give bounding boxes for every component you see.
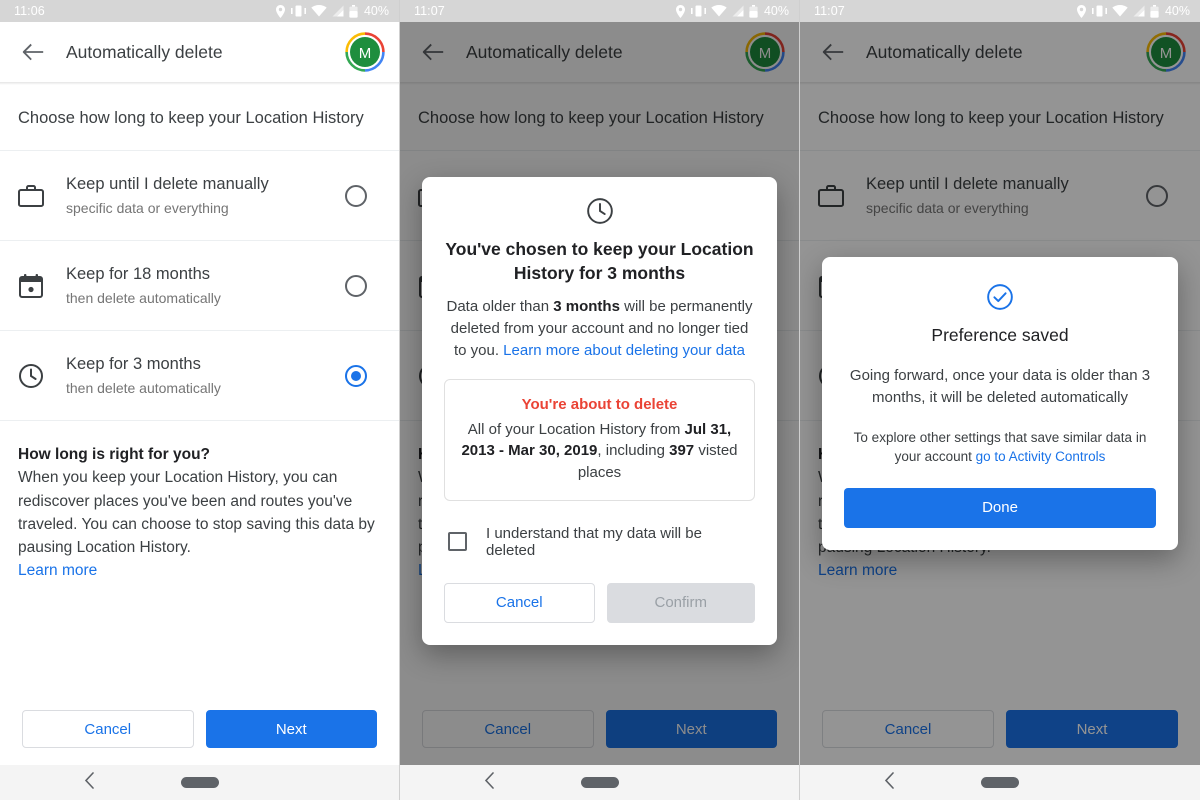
saved-dialog-title: Preference saved bbox=[931, 325, 1069, 345]
home-pill-icon[interactable] bbox=[580, 777, 619, 788]
signal-icon bbox=[1133, 5, 1145, 17]
check-circle-icon bbox=[844, 283, 1156, 311]
app-bar: Automatically delete M bbox=[0, 22, 399, 82]
vibrate-icon bbox=[690, 5, 706, 17]
section-subheading: Choose how long to keep your Location Hi… bbox=[0, 85, 399, 151]
battery-percent: 40% bbox=[763, 4, 789, 18]
dialog-body-bold: 3 months bbox=[553, 298, 620, 316]
warning-text-part1: All of your Location History from bbox=[467, 420, 685, 438]
avatar[interactable]: M bbox=[345, 32, 385, 72]
dialog-cancel-button[interactable]: Cancel bbox=[444, 582, 595, 623]
status-bar: 11:07 40% bbox=[800, 0, 1200, 22]
deleting-data-link[interactable]: Learn more about deleting your data bbox=[503, 342, 745, 359]
warning-box: You're about to delete All of your Locat… bbox=[444, 378, 755, 501]
screenshot-triptych: 11:06 40% Automatically delete M Choose … bbox=[0, 0, 1200, 800]
status-bar: 11:06 40% bbox=[0, 0, 399, 22]
system-nav-bar bbox=[800, 765, 1200, 800]
saved-dialog-note: To explore other settings that save simi… bbox=[844, 428, 1156, 467]
activity-controls-link[interactable]: go to Activity Controls bbox=[976, 449, 1106, 464]
signal-icon bbox=[732, 5, 744, 17]
learn-more-link[interactable]: Learn more bbox=[18, 559, 97, 582]
status-icons: 40% bbox=[275, 4, 389, 18]
status-bar: 11:07 40% bbox=[400, 0, 799, 22]
status-time: 11:07 bbox=[814, 4, 845, 18]
option-row-18-months[interactable]: Keep for 18 months then delete automatic… bbox=[0, 241, 399, 331]
option-subtitle: then delete automatically bbox=[66, 289, 221, 306]
understand-checkbox-row[interactable]: I understand that my data will be delete… bbox=[444, 525, 755, 559]
screen-2-confirm-dialog: 11:07 40% Automatically delete M Choose … bbox=[400, 0, 800, 800]
understand-checkbox[interactable] bbox=[448, 532, 467, 552]
radio-3-months[interactable] bbox=[345, 364, 367, 387]
battery-icon bbox=[349, 4, 358, 18]
briefcase-icon bbox=[18, 184, 52, 208]
nav-back-icon[interactable] bbox=[84, 771, 95, 794]
location-pin-icon bbox=[275, 4, 286, 18]
screen-1-selection: 11:06 40% Automatically delete M Choose … bbox=[0, 0, 400, 800]
warning-heading: You're about to delete bbox=[521, 395, 678, 413]
radio-keep-manually[interactable] bbox=[345, 184, 367, 207]
dialog-confirm-button: Confirm bbox=[606, 582, 755, 623]
status-time: 11:07 bbox=[414, 4, 445, 18]
option-title: Keep until I delete manually bbox=[66, 175, 269, 194]
option-text: Keep for 18 months then delete automatic… bbox=[52, 263, 345, 307]
radio-18-months[interactable] bbox=[345, 274, 367, 297]
option-row-3-months[interactable]: Keep for 3 months then delete automatica… bbox=[0, 331, 399, 421]
warning-body: All of your Location History from Jul 31… bbox=[459, 419, 740, 484]
main-content: Choose how long to keep your Location Hi… bbox=[0, 85, 399, 583]
option-subtitle: specific data or everything bbox=[66, 199, 229, 216]
option-title: Keep for 18 months bbox=[66, 265, 211, 284]
info-body: When you keep your Location History, you… bbox=[18, 469, 375, 556]
saved-dialog-body: Going forward, once your data is older t… bbox=[849, 367, 1151, 406]
cancel-button[interactable]: Cancel bbox=[22, 710, 194, 748]
status-icons: 40% bbox=[1076, 4, 1190, 18]
battery-icon bbox=[1150, 4, 1159, 18]
next-button[interactable]: Next bbox=[205, 710, 377, 748]
option-title: Keep for 3 months bbox=[66, 355, 201, 374]
calendar-icon bbox=[18, 273, 52, 299]
location-pin-icon bbox=[1076, 4, 1087, 18]
understand-checkbox-label: I understand that my data will be delete… bbox=[486, 524, 702, 559]
vibrate-icon bbox=[1091, 5, 1107, 17]
option-row-keep-manually[interactable]: Keep until I delete manually specific da… bbox=[0, 151, 399, 241]
nav-back-icon[interactable] bbox=[884, 771, 895, 794]
battery-percent: 40% bbox=[1164, 4, 1190, 18]
done-button[interactable]: Done bbox=[844, 487, 1156, 528]
warning-text-part2: , including bbox=[597, 442, 670, 460]
bottom-action-bar: Cancel Next bbox=[0, 693, 399, 765]
dialog-body-part1: Data older than bbox=[446, 298, 554, 316]
back-arrow-icon[interactable] bbox=[18, 37, 48, 67]
appbar-shadow bbox=[0, 82, 399, 85]
location-pin-icon bbox=[675, 4, 686, 18]
system-nav-bar bbox=[400, 765, 799, 800]
status-time: 11:06 bbox=[14, 4, 45, 18]
confirm-delete-dialog: You've chosen to keep your Location Hist… bbox=[422, 177, 777, 645]
signal-icon bbox=[332, 5, 344, 17]
screen-3-preference-saved: 11:07 40% Automatically delete M Choose … bbox=[800, 0, 1200, 800]
nav-back-icon[interactable] bbox=[484, 771, 495, 794]
home-pill-icon[interactable] bbox=[981, 777, 1019, 788]
info-section: How long is right for you? When you keep… bbox=[0, 421, 399, 583]
wifi-icon bbox=[311, 5, 327, 17]
option-text: Keep for 3 months then delete automatica… bbox=[52, 353, 345, 397]
system-nav-bar bbox=[0, 765, 399, 800]
battery-percent: 40% bbox=[363, 4, 389, 18]
wifi-icon bbox=[1112, 5, 1128, 17]
option-subtitle: then delete automatically bbox=[66, 379, 221, 396]
status-icons: 40% bbox=[675, 4, 789, 18]
option-text: Keep until I delete manually specific da… bbox=[52, 173, 345, 217]
vibrate-icon bbox=[290, 5, 306, 17]
svg-text:M: M bbox=[359, 45, 372, 62]
preference-saved-dialog: Preference saved Going forward, once you… bbox=[822, 257, 1178, 550]
battery-icon bbox=[749, 4, 758, 18]
dialog-title: You've chosen to keep your Location Hist… bbox=[445, 239, 754, 284]
page-title: Automatically delete bbox=[66, 41, 223, 62]
dialog-actions: Cancel Confirm bbox=[444, 582, 755, 623]
home-pill-icon[interactable] bbox=[180, 777, 219, 788]
dialog-body: Data older than 3 months will be permane… bbox=[444, 296, 755, 361]
info-heading: How long is right for you? bbox=[18, 446, 211, 463]
warning-place-count: 397 bbox=[669, 442, 695, 460]
clock-icon bbox=[444, 197, 755, 225]
wifi-icon bbox=[711, 5, 727, 17]
clock-icon bbox=[18, 363, 52, 389]
